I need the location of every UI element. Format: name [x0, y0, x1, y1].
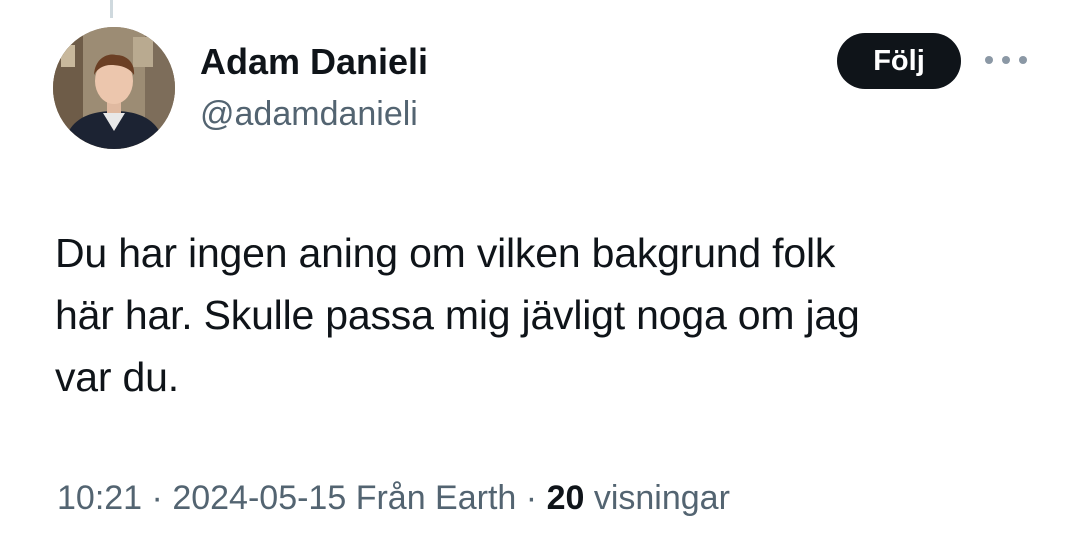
- tweet-text-line: var du.: [55, 354, 179, 400]
- views-label: visningar: [593, 479, 730, 517]
- more-dot: [985, 56, 993, 64]
- more-dot: [1019, 56, 1027, 64]
- avatar-photo: [53, 27, 175, 149]
- tweet-text: Du har ingen aning om vilken bakgrund fo…: [55, 222, 1015, 408]
- tweet-text-line: Du har ingen aning om vilken bakgrund fo…: [55, 230, 836, 276]
- more-dot: [1002, 56, 1010, 64]
- author-name[interactable]: Adam Danieli: [200, 40, 428, 84]
- tweet-date[interactable]: 2024-05-15: [172, 479, 346, 517]
- more-horizontal-icon[interactable]: [985, 52, 1027, 68]
- tweet-time[interactable]: 10:21: [57, 479, 142, 517]
- tweet-text-line: här har. Skulle passa mig jävligt noga o…: [55, 292, 860, 338]
- follow-button[interactable]: Följ: [837, 33, 961, 89]
- avatar[interactable]: [53, 27, 175, 149]
- tweet-source: Från Earth: [355, 479, 517, 517]
- views-count: 20: [546, 479, 585, 517]
- meta-separator: ·: [151, 479, 163, 517]
- tweet-metadata: 10:21 · 2024-05-15 Från Earth · 20 visni…: [57, 474, 730, 522]
- author-handle[interactable]: @adamdanieli: [200, 92, 418, 136]
- meta-separator: ·: [525, 479, 538, 517]
- thread-connector-line: [110, 0, 113, 18]
